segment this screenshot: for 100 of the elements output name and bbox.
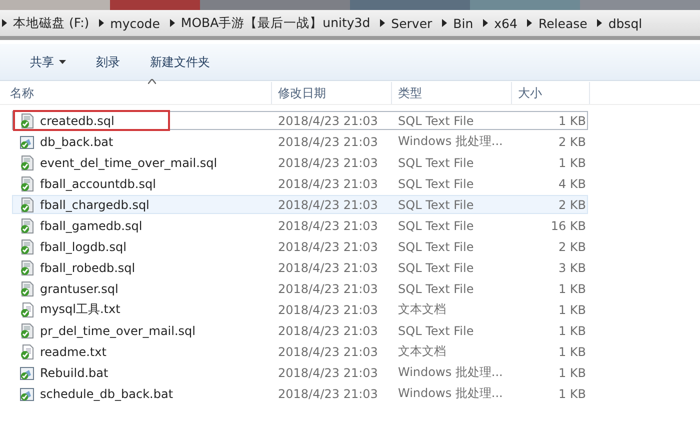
type-cell-text: SQL Text File [398, 240, 475, 254]
chevron-icon[interactable] [483, 19, 488, 27]
column-header[interactable]: 类型 [392, 82, 512, 104]
file-row[interactable]: fball_robedb.sql 2018/4/23 21:03 SQL Text File 3 KB [12, 258, 588, 277]
text-file-icon [19, 344, 35, 360]
size-cell-text: 2 KB [557, 198, 586, 212]
text-file-icon [19, 302, 35, 318]
chevron-icon[interactable] [380, 19, 386, 27]
date-cell-text: 2018/4/23 21:03 [277, 218, 379, 232]
type-cell-text: SQL Text File [398, 282, 475, 296]
size-cell-text: 16 KB [550, 218, 586, 232]
date-cell-text: 2018/4/23 21:03 [277, 282, 379, 296]
type-cell-text: SQL Text File [398, 260, 475, 274]
column-header[interactable]: 名称 [0, 82, 272, 104]
size-cell-text: 1 KB [557, 366, 586, 380]
script-file-icon [19, 112, 35, 128]
breadcrumb-item[interactable]: 本地磁盘 (F:) [13, 14, 94, 32]
size-cell-text: 3 KB [557, 260, 586, 274]
file-name: readme.txt [40, 344, 106, 358]
breadcrumb-item[interactable]: x64 [494, 16, 522, 30]
batch-file-icon [19, 134, 35, 150]
file-name: createdb.sql [40, 114, 114, 128]
toolbar-button[interactable]: 刻录 [88, 50, 128, 74]
file-row[interactable]: db_back.bat 2018/4/23 21:03 Windows 批处理... 2 KB [12, 132, 588, 151]
breadcrumb-item[interactable]: dbsql [608, 16, 646, 30]
date-cell-text: 2018/4/23 21:03 [277, 302, 379, 316]
file-name: db_back.bat [40, 134, 114, 148]
file-name: fball_chargedb.sql [40, 198, 150, 212]
script-file-icon [19, 218, 35, 234]
chevron-icon[interactable] [442, 19, 448, 27]
file-row[interactable]: Rebuild.bat 2018/4/23 21:03 Windows 批处理... 1 KB [12, 363, 588, 382]
file-row[interactable]: createdb.sql 2018/4/23 21:03 SQL Text File 1 KB [12, 111, 588, 130]
column-header[interactable]: 大小 [512, 82, 590, 104]
size-cell-text: 1 KB [557, 282, 586, 296]
chevron-icon[interactable] [99, 19, 104, 27]
file-row[interactable]: grantuser.sql 2018/4/23 21:03 SQL Text File 1 KB [12, 279, 588, 298]
script-file-icon [19, 238, 35, 254]
script-file-icon [19, 154, 35, 170]
date-cell-text: 2018/4/23 21:03 [277, 156, 379, 170]
type-cell-text: SQL Text File [398, 114, 475, 128]
chevron-icon[interactable] [170, 19, 175, 27]
file-name: fball_robedb.sql [40, 260, 136, 274]
file-row[interactable]: fball_gamedb.sql 2018/4/23 21:03 SQL Text File 16 KB [12, 216, 588, 235]
date-cell-text: 2018/4/23 21:03 [277, 344, 379, 358]
breadcrumb-item[interactable]: mycode [110, 16, 164, 30]
type-cell-text: 文本文档 [398, 343, 447, 360]
toolbar-button[interactable]: 新建文件夹 [142, 50, 218, 74]
size-cell-text: 2 KB [557, 240, 586, 254]
type-cell-text: SQL Text File [398, 176, 475, 190]
file-row[interactable]: event_del_time_over_mail.sql 2018/4/23 21:03 SQL Text File 1 KB [12, 153, 588, 172]
date-cell-text: 2018/4/23 21:03 [277, 198, 379, 212]
date-cell-text: 2018/4/23 21:03 [277, 366, 379, 380]
type-cell-text: Windows 批处理... [398, 385, 504, 402]
file-name: fball_logdb.sql [40, 240, 126, 254]
address-bar[interactable]: 本地磁盘 (F:) mycode MOBA手游【最后一战】unity3d Server Bin x64 Release dbsql [0, 10, 700, 40]
date-cell-text: 2018/4/23 21:03 [277, 386, 379, 400]
size-cell-text: 1 KB [557, 302, 586, 316]
file-row[interactable]: mysql工具.txt 2018/4/23 21:03 文本文档 1 KB [12, 300, 588, 319]
file-row[interactable]: fball_chargedb.sql 2018/4/23 21:03 SQL Text File 2 KB [12, 195, 588, 214]
batch-file-icon [19, 386, 35, 402]
type-cell-text: SQL Text File [398, 324, 475, 338]
script-file-icon [19, 196, 35, 212]
breadcrumb-item[interactable]: Server [391, 16, 436, 30]
date-cell-text: 2018/4/23 21:03 [277, 134, 379, 148]
file-name: pr_del_time_over_mail.sql [40, 324, 196, 338]
script-file-icon [19, 260, 35, 276]
type-cell-text: SQL Text File [398, 198, 475, 212]
breadcrumb-item[interactable]: Bin [453, 16, 478, 30]
file-row[interactable]: readme.txt 2018/4/23 21:03 文本文档 1 KB [12, 342, 588, 361]
file-name: event_del_time_over_mail.sql [40, 156, 218, 170]
file-name: fball_accountdb.sql [40, 176, 156, 190]
file-name: Rebuild.bat [40, 366, 108, 380]
size-cell-text: 1 KB [557, 386, 586, 400]
file-row[interactable]: schedule_db_back.bat 2018/4/23 21:03 Windows 批处理... 1 KB [12, 384, 588, 403]
size-cell-text: 4 KB [557, 176, 586, 190]
file-row[interactable]: fball_logdb.sql 2018/4/23 21:03 SQL Text File 2 KB [12, 237, 588, 256]
size-cell-text: 1 KB [557, 114, 586, 128]
toolbar-button[interactable]: 共享 [22, 50, 74, 74]
date-cell-text: 2018/4/23 21:03 [277, 240, 379, 254]
chevron-icon[interactable] [2, 19, 7, 27]
type-cell-text: 文本文档 [398, 301, 447, 318]
chevron-icon[interactable] [527, 19, 532, 27]
file-row[interactable]: pr_del_time_over_mail.sql 2018/4/23 21:03 SQL Text File 1 KB [12, 321, 588, 340]
breadcrumb-item[interactable]: Release [538, 16, 592, 30]
file-row[interactable]: fball_accountdb.sql 2018/4/23 21:03 SQL Text File 4 KB [12, 174, 588, 193]
date-cell-text: 2018/4/23 21:03 [277, 176, 379, 190]
file-name: grantuser.sql [40, 282, 118, 296]
size-cell-text: 1 KB [557, 344, 586, 358]
breadcrumb-item[interactable]: MOBA手游【最后一战】unity3d [180, 14, 374, 32]
script-file-icon [19, 280, 35, 296]
size-cell-text: 1 KB [557, 324, 586, 338]
file-name: mysql工具.txt [40, 301, 120, 318]
size-cell-text: 2 KB [557, 134, 586, 148]
batch-file-icon [19, 364, 35, 380]
type-cell-text: SQL Text File [398, 218, 475, 232]
date-cell-text: 2018/4/23 21:03 [277, 114, 379, 128]
chevron-icon[interactable] [597, 19, 602, 27]
script-file-icon [19, 176, 35, 192]
column-header[interactable]: 修改日期 [272, 82, 392, 104]
date-cell-text: 2018/4/23 21:03 [277, 260, 379, 274]
